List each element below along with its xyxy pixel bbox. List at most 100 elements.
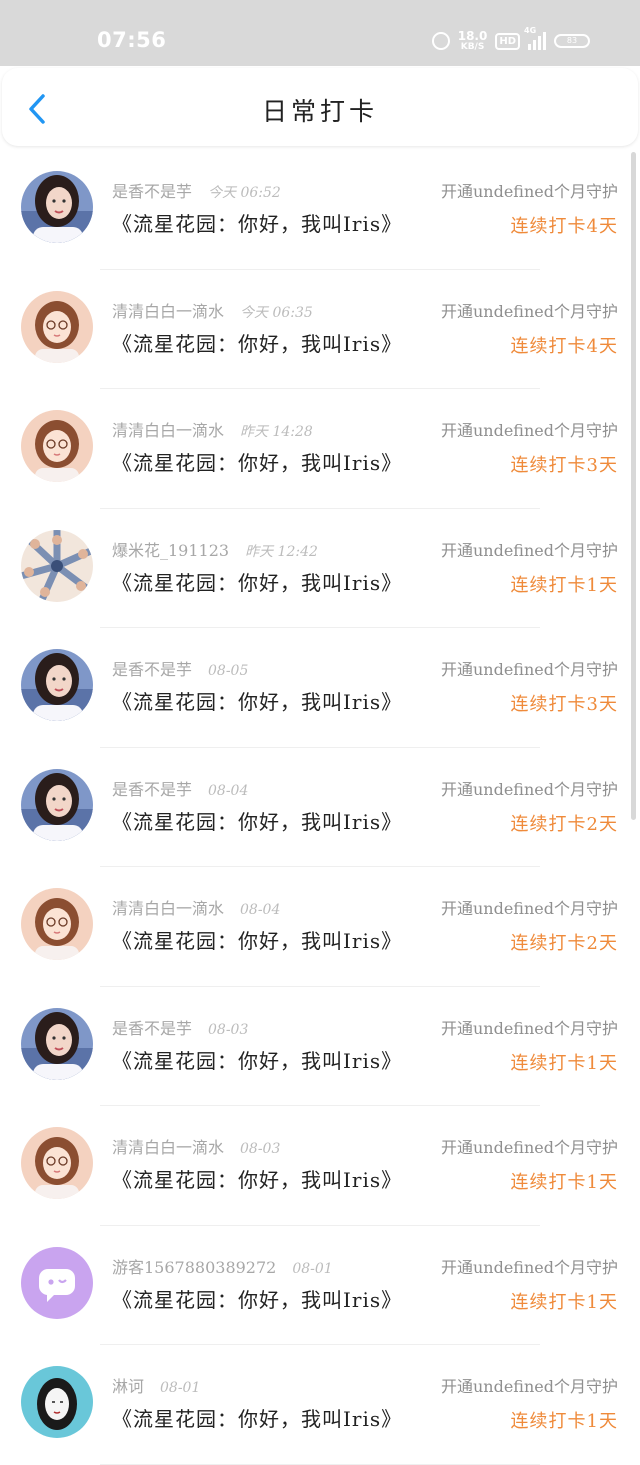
checkin-content: 《流星花园：你好，我叫Iris》 — [112, 690, 403, 714]
avatar[interactable] — [21, 1007, 93, 1080]
streak-badge: 连续打卡4天 — [510, 335, 618, 357]
checkin-row[interactable]: 清清白白一滴水 今天 06:35 开通undefined个月守护 《流星花园：你好… — [0, 270, 640, 389]
username[interactable]: 爆米花_191123 — [112, 541, 229, 560]
checkin-content: 《流星花园：你好，我叫Iris》 — [112, 1168, 403, 1192]
avatar[interactable] — [21, 410, 93, 482]
guard-info: 开通undefined个月守护 — [440, 899, 618, 918]
streak-badge: 连续打卡3天 — [510, 455, 618, 476]
row-meta: 清清白白一滴水 昨天 14:28 — [112, 417, 313, 441]
scrollbar[interactable] — [631, 152, 636, 820]
sketch-girl-icon — [21, 1366, 93, 1438]
row-meta: 是香不是芋 08-05 — [112, 656, 248, 680]
checkin-row[interactable]: 淋诃 08-01 开通undefined个月守护 《流星花园：你好，我叫Iris》… — [0, 1345, 640, 1465]
streak-badge: 连续打卡3天 — [510, 694, 618, 715]
checkin-time: 今天 06:35 — [240, 304, 313, 321]
row-meta: 清清白白一滴水 08-04 — [112, 895, 280, 919]
guard-info: 开通undefined个月守护 — [440, 182, 618, 201]
username[interactable]: 是香不是芋 — [112, 660, 192, 679]
guard-info: 开通undefined个月守护 — [440, 421, 618, 440]
checkin-row[interactable]: 清清白白一滴水 08-04 开通undefined个月守护 《流星花园：你好，我叫… — [0, 867, 640, 987]
avatar[interactable] — [21, 649, 93, 721]
streak-badge: 连续打卡1天 — [510, 1411, 618, 1432]
guard-info: 开通undefined个月守护 — [440, 779, 618, 799]
row-meta: 游客1567880389272 08-01 — [112, 1254, 333, 1278]
username[interactable]: 清清白白一滴水 — [112, 421, 224, 440]
checkin-time: 08-04 — [240, 902, 281, 918]
streak-badge: 连续打卡4天 — [510, 216, 618, 237]
network-speed: 18.0 KB/S — [457, 29, 488, 52]
network-type: 4G — [524, 26, 537, 35]
guard-info: 开通undefined个月守护 — [440, 1257, 618, 1277]
hd-icon: HD — [495, 32, 520, 50]
avatar[interactable] — [21, 1127, 93, 1199]
checkin-row[interactable]: 是香不是芋 08-03 开通undefined个月守护 《流星花园：你好，我叫Ir… — [0, 987, 640, 1106]
avatar[interactable] — [21, 1246, 93, 1319]
username[interactable]: 淋诃 — [112, 1377, 144, 1396]
avatar[interactable] — [21, 768, 93, 841]
battery-icon: 83 — [554, 34, 590, 48]
checkin-content: 《流星花园：你好，我叫Iris》 — [112, 1048, 403, 1073]
status-icons: 18.0 KB/S HD 4G 83 — [431, 26, 590, 54]
cartoon-girl-icon — [21, 1127, 93, 1199]
checkin-content: 《流星花园：你好，我叫Iris》 — [112, 331, 403, 356]
alarm-icon — [431, 32, 450, 50]
girl-photo-icon — [21, 649, 93, 721]
app-header: 日常打卡 — [2, 68, 638, 146]
checkin-content: 《流星花园：你好，我叫Iris》 — [112, 451, 403, 475]
checkin-time: 昨天 12:42 — [245, 543, 318, 560]
username[interactable]: 游客1567880389272 — [112, 1258, 276, 1277]
row-meta: 是香不是芋 08-04 — [112, 776, 248, 800]
status-time: 07:56 — [97, 28, 167, 52]
guard-info: 开通undefined个月守护 — [440, 301, 618, 321]
username[interactable]: 清清白白一滴水 — [112, 899, 224, 918]
checkin-row[interactable]: 爆米花_191123 昨天 12:42 开通undefined个月守护 《流星花园… — [0, 509, 640, 628]
guard-info: 开通undefined个月守护 — [440, 1377, 618, 1396]
avatar[interactable] — [21, 888, 93, 960]
cartoon-girl-icon — [21, 410, 93, 482]
checkin-content: 《流星花园：你好，我叫Iris》 — [112, 570, 403, 595]
row-meta: 清清白白一滴水 08-03 — [112, 1134, 280, 1158]
cartoon-girl-icon — [21, 888, 93, 960]
username[interactable]: 清清白白一滴水 — [112, 1138, 224, 1157]
checkin-time: 今天 06:52 — [208, 185, 281, 201]
default-chat-icon — [21, 1246, 93, 1319]
streak-badge: 连续打卡1天 — [510, 1052, 618, 1074]
group-collage-icon — [21, 529, 93, 602]
checkin-row[interactable]: 是香不是芋 08-05 开通undefined个月守护 《流星花园：你好，我叫Ir… — [0, 628, 640, 748]
username[interactable]: 清清白白一滴水 — [112, 302, 224, 321]
page-title: 日常打卡 — [261, 97, 378, 126]
checkin-time: 昨天 14:28 — [240, 424, 313, 440]
streak-badge: 连续打卡1天 — [510, 1291, 618, 1313]
row-meta: 清清白白一滴水 今天 06:35 — [112, 298, 313, 322]
avatar[interactable] — [21, 171, 93, 243]
guard-info: 开通undefined个月守护 — [440, 1138, 618, 1157]
girl-photo-icon — [21, 768, 93, 841]
avatar[interactable] — [21, 1366, 93, 1438]
row-meta: 是香不是芋 今天 06:52 — [112, 178, 281, 202]
streak-badge: 连续打卡2天 — [510, 813, 618, 835]
checkin-time: 08-05 — [208, 663, 249, 679]
checkin-time: 08-04 — [208, 782, 249, 799]
avatar[interactable] — [21, 290, 93, 363]
streak-badge: 连续打卡2天 — [510, 933, 618, 954]
checkin-content: 《流星花园：你好，我叫Iris》 — [112, 929, 403, 953]
checkin-time: 08-03 — [240, 1141, 281, 1157]
checkin-row[interactable]: 是香不是芋 今天 06:52 开通undefined个月守护 《流星花园：你好，我… — [0, 150, 640, 270]
checkin-time: 08-01 — [292, 1260, 333, 1277]
streak-badge: 连续打卡1天 — [510, 1172, 618, 1193]
row-meta: 是香不是芋 08-03 — [112, 1015, 248, 1039]
guard-info: 开通undefined个月守护 — [440, 1018, 618, 1038]
avatar[interactable] — [21, 529, 93, 602]
guard-info: 开通undefined个月守护 — [440, 660, 618, 679]
username[interactable]: 是香不是芋 — [112, 780, 192, 799]
username[interactable]: 是香不是芋 — [112, 1019, 192, 1038]
username[interactable]: 是香不是芋 — [112, 182, 192, 201]
checkin-row[interactable]: 清清白白一滴水 昨天 14:28 开通undefined个月守护 《流星花园：你好… — [0, 389, 640, 509]
checkin-row[interactable]: 游客1567880389272 08-01 开通undefined个月守护 《流星… — [0, 1226, 640, 1345]
checkin-content: 《流星花园：你好，我叫Iris》 — [112, 809, 403, 834]
row-meta: 淋诃 08-01 — [112, 1373, 200, 1397]
cartoon-girl-icon — [21, 290, 93, 363]
checkin-row[interactable]: 清清白白一滴水 08-03 开通undefined个月守护 《流星花园：你好，我叫… — [0, 1106, 640, 1226]
checkin-time: 08-03 — [208, 1021, 249, 1038]
checkin-row[interactable]: 是香不是芋 08-04 开通undefined个月守护 《流星花园：你好，我叫Ir… — [0, 748, 640, 867]
